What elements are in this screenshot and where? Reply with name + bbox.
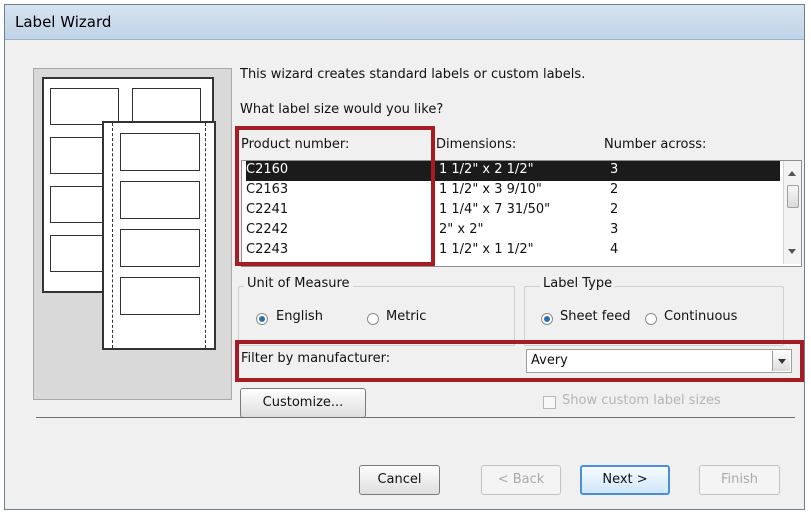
dimensions: 1 1/2" x 3 9/10" [439,182,542,197]
cancel-button[interactable]: Cancel [359,465,440,495]
dimensions: 1 1/2" x 2 1/2" [439,162,534,177]
filter-label: Filter by manufacturer: [241,351,391,366]
metric-label: Metric [386,309,427,324]
sheet-feed-radio[interactable] [541,313,553,325]
continuous-label: Continuous [664,309,738,324]
next-button[interactable]: Next > [580,465,670,495]
finish-button[interactable]: Finish [699,465,780,495]
manufacturer-value: Avery [531,353,568,368]
english-label: English [276,309,323,324]
product-number-highlight [235,126,435,266]
metric-radio[interactable] [367,313,379,325]
scroll-thumb[interactable] [787,185,799,208]
title-bar: Label Wizard [5,5,804,40]
english-radio[interactable] [256,313,268,325]
show-custom-checkbox[interactable] [543,396,556,409]
manufacturer-select[interactable]: Avery [526,349,792,373]
dimensions: 2" x 2" [439,222,484,237]
customize-button[interactable]: Customize... [240,388,366,418]
label-wizard-window: Label Wizard This wizard creates standar… [4,4,805,510]
dimensions: 1 1/2" x 1 1/2" [439,242,534,257]
label-size-question: What label size would you like? [240,102,444,117]
number-across: 4 [610,242,619,257]
back-button[interactable]: < Back [481,465,561,495]
chevron-down-icon[interactable] [772,351,790,371]
number-across: 2 [610,202,619,217]
number-across: 2 [610,182,619,197]
header-number-across: Number across: [604,137,707,152]
continuous-radio[interactable] [645,313,657,325]
dimensions: 1 1/4" x 7 31/50" [439,202,551,217]
show-custom-label: Show custom label sizes [562,393,721,408]
number-across: 3 [610,222,619,237]
unit-of-measure-label: Unit of Measure [244,276,353,291]
continuous-labels-icon [102,121,216,350]
window-title: Label Wizard [15,13,112,31]
vertical-scrollbar[interactable] [783,161,801,264]
wizard-description: This wizard creates standard labels or c… [240,67,586,82]
number-across: 3 [610,162,619,177]
footer-separator [36,417,795,418]
sheet-feed-label: Sheet feed [560,309,631,324]
scroll-up-icon[interactable] [788,171,796,176]
label-type-label: Label Type [540,276,616,291]
scroll-down-icon[interactable] [788,249,796,254]
label-illustration [33,68,232,400]
header-dimensions: Dimensions: [436,137,517,152]
